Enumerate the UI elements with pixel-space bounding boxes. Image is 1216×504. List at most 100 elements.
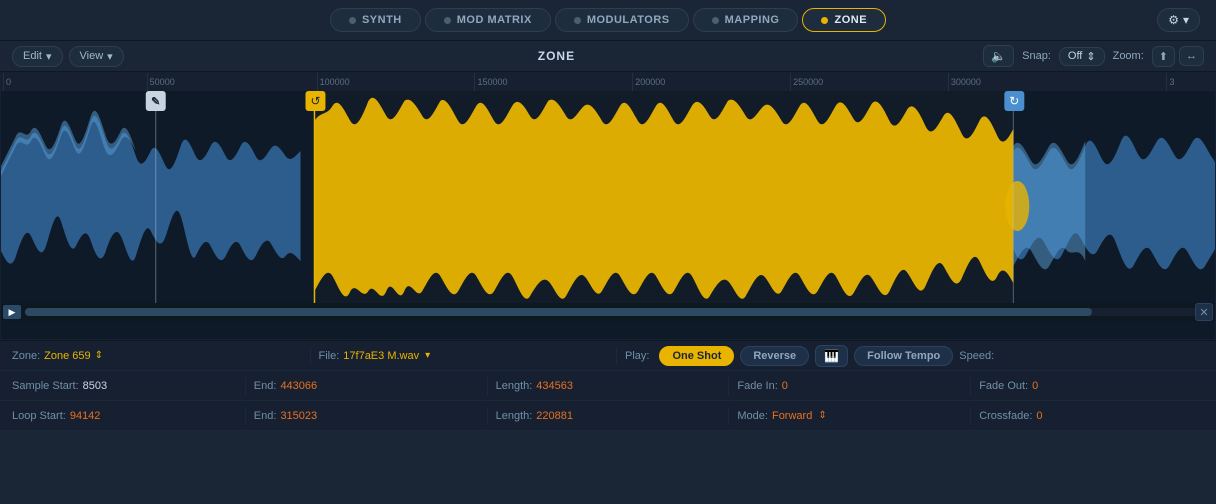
ruler: 0 50000 100000 150000 200000 250000 3000…: [1, 73, 1215, 91]
view-button[interactable]: View ▾: [69, 46, 124, 67]
tab-dot-mapping: [712, 17, 719, 24]
ruler-mark-300k: 300000: [948, 73, 981, 91]
snap-label: Snap:: [1022, 50, 1051, 62]
reverse-button[interactable]: Reverse: [740, 346, 809, 366]
speed-label: Speed:: [959, 350, 994, 362]
tab-dot-modulators: [574, 17, 581, 24]
scrollbar-thumb[interactable]: [25, 308, 1092, 316]
crossfade-field: Crossfade: 0: [979, 410, 1204, 422]
crossfade-value[interactable]: 0: [1036, 410, 1042, 422]
loop-start-label: Loop Start:: [12, 410, 66, 422]
loop-end-field: End: 315023: [254, 410, 479, 422]
tab-label-mapping: MAPPING: [725, 14, 780, 26]
tab-synth[interactable]: SYNTH: [330, 8, 421, 32]
play-section: Play: One Shot Reverse 🎹 Follow Tempo Sp…: [625, 341, 1204, 371]
loop-mode-spinner[interactable]: ⇕: [818, 410, 826, 421]
edit-label: Edit: [23, 50, 42, 62]
waveform-area[interactable]: ✎ ↺ ↻ ▶ ✕: [1, 91, 1215, 321]
ruler-mark-150k: 150000: [474, 73, 507, 91]
divider-6: [970, 377, 971, 395]
divider-3: [245, 377, 246, 395]
tab-mapping[interactable]: MAPPING: [693, 8, 799, 32]
divider-9: [728, 407, 729, 425]
file-chevron[interactable]: ▾: [425, 350, 430, 361]
sample-end-field: End: 443066: [254, 380, 479, 392]
view-label: View: [80, 50, 104, 62]
svg-text:↻: ↻: [1009, 94, 1019, 108]
sample-length-value[interactable]: 434563: [536, 380, 573, 392]
file-field: File: 17f7aE3 M.wav ▾: [319, 350, 609, 362]
view-chevron: ▾: [107, 50, 113, 63]
crossfade-label: Crossfade:: [979, 410, 1032, 422]
snap-selector[interactable]: Off ⇕: [1059, 47, 1105, 66]
tab-label-mod-matrix: MOD MATRIX: [457, 14, 532, 26]
svg-text:↺: ↺: [310, 94, 320, 108]
edit-button[interactable]: Edit ▾: [12, 46, 63, 67]
sample-length-field: Length: 434563: [496, 380, 721, 392]
gear-icon: ⚙: [1168, 13, 1179, 27]
fade-out-value[interactable]: 0: [1032, 380, 1038, 392]
snap-value-text: Off: [1068, 50, 1082, 62]
loop-length-label: Length:: [496, 410, 533, 422]
fade-out-label: Fade Out:: [979, 380, 1028, 392]
file-value[interactable]: 17f7aE3 M.wav: [343, 350, 419, 362]
sample-end-value[interactable]: 443066: [280, 380, 317, 392]
divider-2: [616, 347, 617, 365]
loop-mode-value[interactable]: Forward: [772, 410, 812, 422]
ruler-mark-50k: 50000: [147, 73, 175, 91]
loop-length-field: Length: 220881: [496, 410, 721, 422]
zone-value[interactable]: Zone 659: [44, 350, 90, 362]
follow-tempo-button[interactable]: Follow Tempo: [854, 346, 953, 366]
close-button[interactable]: ✕: [1195, 303, 1213, 321]
divider-10: [970, 407, 971, 425]
loop-end-value[interactable]: 315023: [280, 410, 317, 422]
fade-in-label: Fade In:: [737, 380, 777, 392]
toolbar: Edit ▾ View ▾ ZONE 🔈 Snap: Off ⇕ Zoom: ⬆…: [0, 40, 1216, 72]
tab-zone[interactable]: ZONE: [802, 8, 886, 32]
scroll-left-button[interactable]: ▶: [3, 305, 21, 319]
toolbar-right: 🔈 Snap: Off ⇕ Zoom: ⬆ ↔: [983, 45, 1204, 67]
speaker-button[interactable]: 🔈: [983, 45, 1014, 67]
tab-dot-synth: [349, 17, 356, 24]
tab-dot-zone: [821, 17, 828, 24]
zone-chevron[interactable]: ⇕: [95, 350, 103, 361]
info-panel: Zone: Zone 659 ⇕ File: 17f7aE3 M.wav ▾ P…: [0, 340, 1216, 431]
divider-7: [245, 407, 246, 425]
sample-end-label: End:: [254, 380, 277, 392]
settings-button[interactable]: ⚙ ▾: [1157, 8, 1200, 32]
ruler-mark-0: 0: [3, 73, 11, 91]
tab-mod-matrix[interactable]: MOD MATRIX: [425, 8, 551, 32]
ruler-marks: 0 50000 100000 150000 200000 250000 3000…: [1, 73, 1215, 91]
divider-1: [310, 347, 311, 365]
zoom-reset-button[interactable]: ↔: [1179, 46, 1204, 66]
scrollbar[interactable]: ▶ ✕: [1, 303, 1215, 321]
file-label: File:: [319, 350, 340, 362]
top-nav: SYNTH MOD MATRIX MODULATORS MAPPING ZONE…: [0, 0, 1216, 40]
ruler-mark-100k: 100000: [317, 73, 350, 91]
zoom-fit-button[interactable]: ⬆: [1152, 46, 1175, 67]
scrollbar-track[interactable]: [25, 308, 1211, 316]
divider-8: [487, 407, 488, 425]
fade-in-value[interactable]: 0: [782, 380, 788, 392]
tab-modulators[interactable]: MODULATORS: [555, 8, 689, 32]
zone-field: Zone: Zone 659 ⇕: [12, 350, 302, 362]
sample-start-label: Sample Start:: [12, 380, 79, 392]
sample-start-value[interactable]: 8503: [83, 380, 107, 392]
divider-4: [487, 377, 488, 395]
loop-start-field: Loop Start: 94142: [12, 410, 237, 422]
ruler-mark-250k: 250000: [790, 73, 823, 91]
loop-start-value[interactable]: 94142: [70, 410, 101, 422]
piano-icon[interactable]: 🎹: [815, 345, 848, 367]
one-shot-button[interactable]: One Shot: [659, 346, 734, 366]
loop-length-value[interactable]: 220881: [536, 410, 573, 422]
sample-row: Sample Start: 8503 End: 443066 Length: 4…: [0, 371, 1216, 401]
zone-file-row: Zone: Zone 659 ⇕ File: 17f7aE3 M.wav ▾ P…: [0, 341, 1216, 371]
ruler-mark-200k: 200000: [632, 73, 665, 91]
tab-dot-mod-matrix: [444, 17, 451, 24]
tab-label-modulators: MODULATORS: [587, 14, 670, 26]
loop-row: Loop Start: 94142 End: 315023 Length: 22…: [0, 401, 1216, 431]
tab-label-zone: ZONE: [834, 14, 867, 26]
settings-chevron: ▾: [1183, 13, 1189, 27]
loop-mode-field: Mode: Forward ⇕: [737, 410, 962, 422]
waveform-svg: ✎ ↺ ↻: [1, 91, 1215, 321]
